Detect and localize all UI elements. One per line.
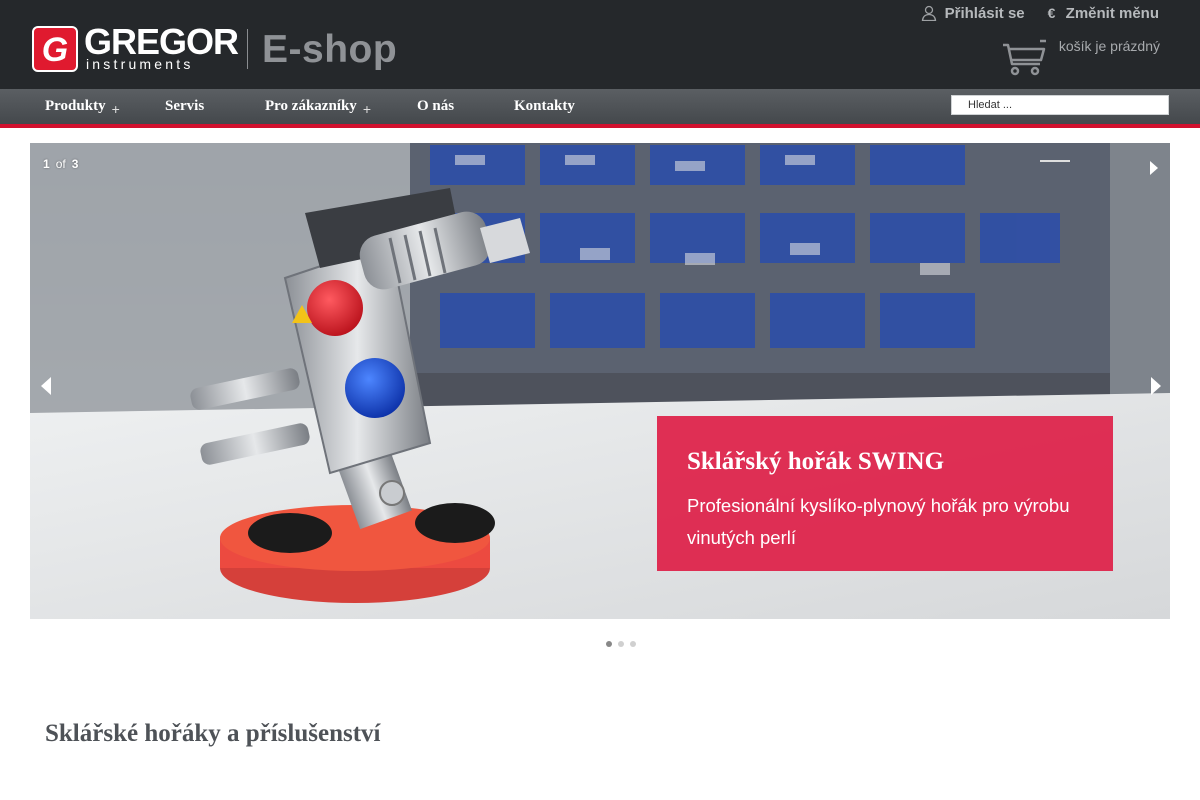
nav-item-o-nas[interactable]: O nás <box>417 89 454 124</box>
slide-caption[interactable]: Sklářský hořák SWING Profesionální kyslí… <box>657 416 1113 571</box>
main-navigation: Produkty + Servis Pro zákazníky + O nás … <box>0 89 1200 124</box>
slide-counter: 1 of 3 <box>43 157 78 171</box>
account-links: Přihlásit se € Změnit měnu <box>921 3 1159 23</box>
section-heading: Sklářské hořáky a příslušenství <box>45 720 381 747</box>
slide-caption-title: Sklářský hořák SWING <box>687 448 945 475</box>
cart-status[interactable]: košík je prázdný <box>1059 38 1160 54</box>
nav-label: O nás <box>417 98 455 114</box>
login-link[interactable]: Přihlásit se <box>921 5 1025 22</box>
logo-mark-icon: G <box>32 26 78 72</box>
slide-current: 1 <box>43 157 50 171</box>
nav-label: Servis <box>165 98 205 114</box>
eshop-label: E-shop <box>262 28 398 71</box>
nav-label: Kontakty <box>514 98 575 114</box>
logo-subtext: instruments <box>86 56 194 72</box>
next-arrow-icon[interactable] <box>1146 371 1166 401</box>
nav-label: Produkty <box>45 98 106 114</box>
slide-caption-text: Profesionální kyslíko-plynový hořák pro … <box>687 495 1070 548</box>
logo-divider <box>247 29 248 69</box>
slide-of: of <box>55 157 66 171</box>
nav-item-kontakty[interactable]: Kontakty <box>514 89 575 124</box>
search-input[interactable] <box>951 95 1169 115</box>
change-currency-label: Změnit měnu <box>1065 4 1159 22</box>
nav-item-servis[interactable]: Servis <box>165 89 204 124</box>
nav-label: Pro zákazníky <box>265 98 357 114</box>
nav-item-pro-zakazniky[interactable]: Pro zákazníky + <box>265 89 371 124</box>
pause-icon[interactable] <box>1040 160 1070 162</box>
site-header: G GREGOR instruments E-shop Přihlásit se… <box>0 0 1200 89</box>
hero-slider: 1 of 3 Sklářský hořák SWING Profesionáln… <box>30 143 1170 619</box>
submenu-plus-icon: + <box>111 100 120 117</box>
user-icon <box>921 5 937 22</box>
login-label: Přihlásit se <box>944 4 1025 22</box>
slider-dot-3[interactable] <box>630 641 636 647</box>
slider-dot-1[interactable] <box>606 641 612 647</box>
euro-icon: € <box>1047 5 1056 21</box>
nav-accent-stripe <box>0 124 1200 128</box>
slider-dot-2[interactable] <box>618 641 624 647</box>
prev-arrow-icon[interactable] <box>36 371 56 401</box>
change-currency-link[interactable]: € Změnit měnu <box>1048 5 1159 22</box>
slide-total: 3 <box>71 157 79 171</box>
submenu-plus-icon: + <box>362 100 371 117</box>
slider-pagination <box>606 641 636 647</box>
gregor-logo[interactable]: G GREGOR instruments <box>32 22 239 72</box>
play-icon[interactable] <box>1144 153 1164 183</box>
nav-item-produkty[interactable]: Produkty + <box>45 89 120 124</box>
cart-icon[interactable] <box>1000 37 1048 77</box>
